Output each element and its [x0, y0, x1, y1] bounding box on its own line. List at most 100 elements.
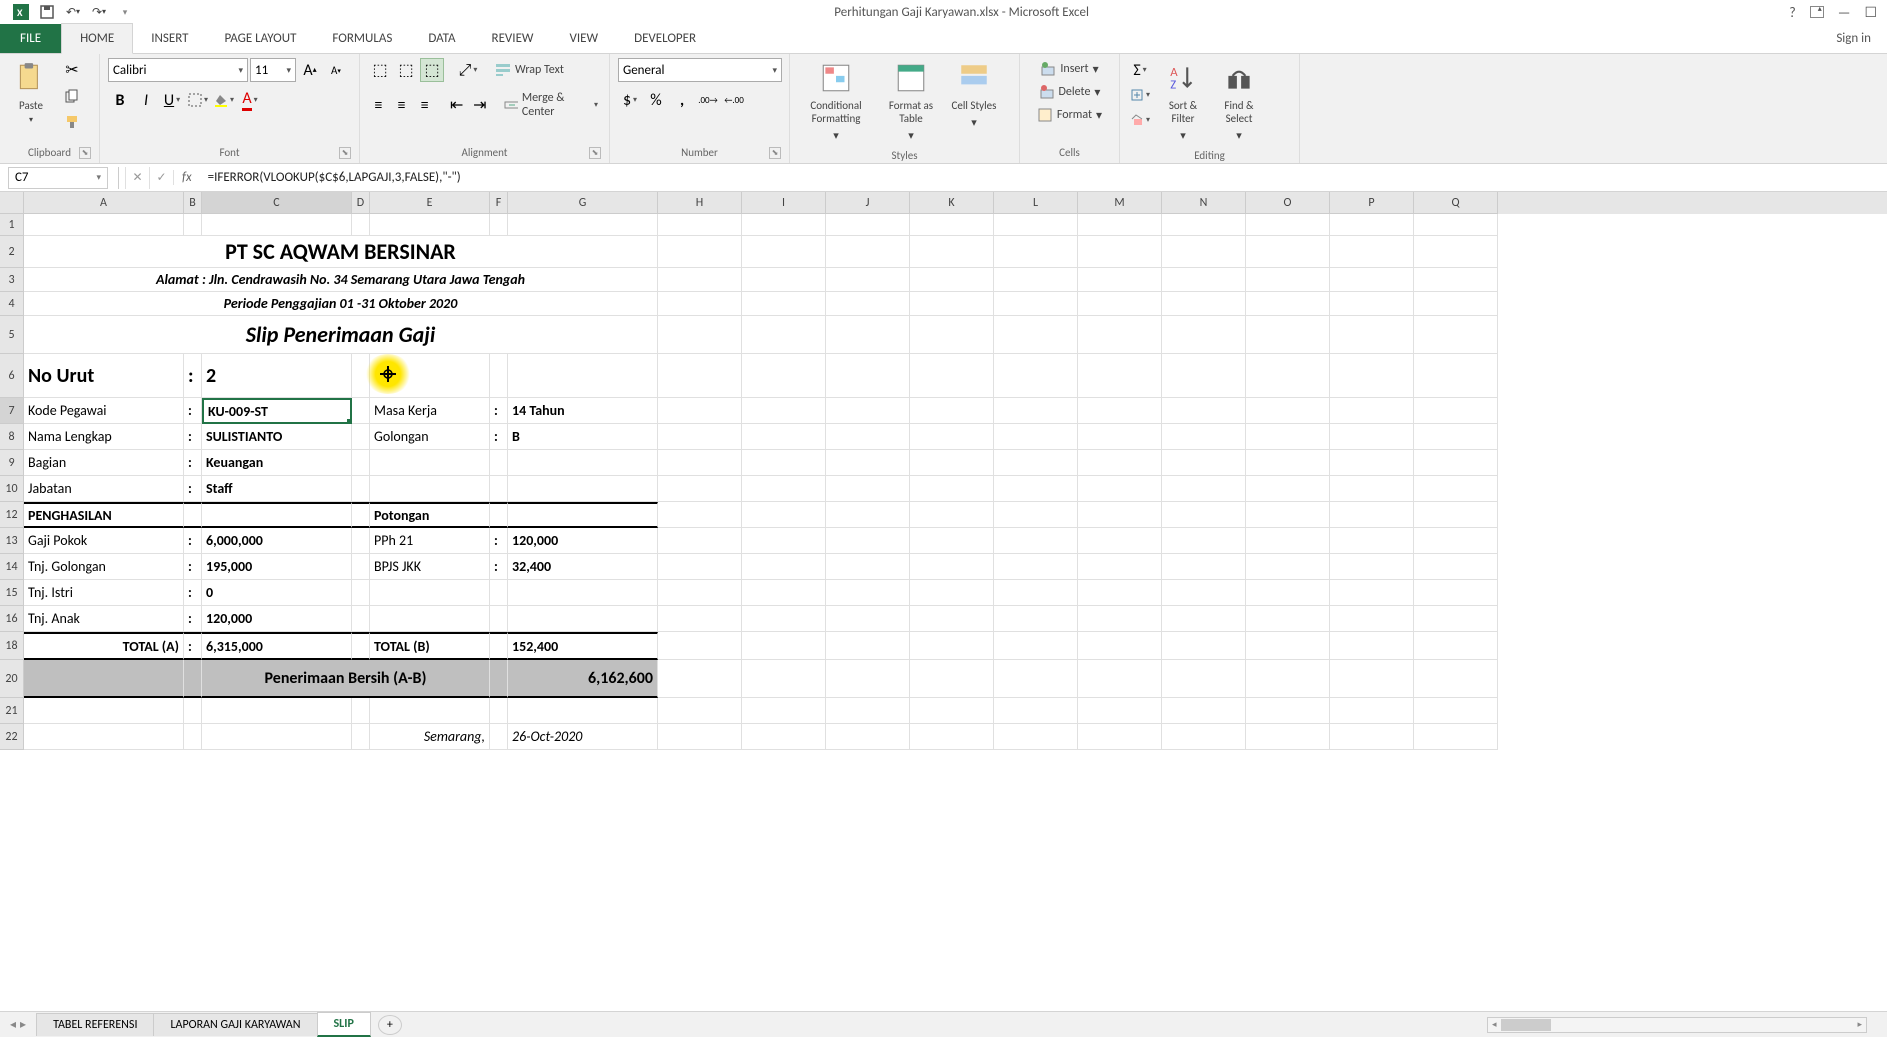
cell-J4[interactable] [826, 292, 910, 316]
cell-H20[interactable] [658, 660, 742, 698]
cell-L14[interactable] [994, 554, 1078, 580]
sheet-tab-1[interactable]: TABEL REFERENSI [36, 1013, 154, 1036]
cell-H6[interactable] [658, 354, 742, 398]
cell-K13[interactable] [910, 528, 994, 554]
bold-button[interactable]: B [108, 88, 132, 112]
cell-D12[interactable] [352, 502, 370, 528]
cell-P12[interactable] [1330, 502, 1414, 528]
cell-Q13[interactable] [1414, 528, 1498, 554]
cell-I14[interactable] [742, 554, 826, 580]
cell-K14[interactable] [910, 554, 994, 580]
col-header-D[interactable]: D [352, 192, 370, 214]
cell-F6[interactable] [490, 354, 508, 398]
cell-O3[interactable] [1246, 268, 1330, 292]
cell-J22[interactable] [826, 724, 910, 750]
cell-N9[interactable] [1162, 450, 1246, 476]
cell-A20[interactable] [24, 660, 184, 698]
col-header-M[interactable]: M [1078, 192, 1162, 214]
cell-J3[interactable] [826, 268, 910, 292]
cell-O9[interactable] [1246, 450, 1330, 476]
cell-C1[interactable] [202, 214, 352, 236]
cell-J6[interactable] [826, 354, 910, 398]
find-select-button[interactable]: Find & Select▾ [1214, 58, 1264, 146]
cell-C7[interactable]: KU-009-ST [202, 398, 352, 424]
cell-O13[interactable] [1246, 528, 1330, 554]
cell-B16[interactable]: : [184, 606, 202, 632]
row-header-2[interactable]: 2 [0, 236, 24, 268]
cell-G8[interactable]: B [508, 424, 658, 450]
cell-N3[interactable] [1162, 268, 1246, 292]
cell-F13[interactable]: : [490, 528, 508, 554]
row-header-10[interactable]: 10 [0, 476, 24, 502]
cell-A7[interactable]: Kode Pegawai [24, 398, 184, 424]
cell-G13[interactable]: 120,000 [508, 528, 658, 554]
cell-J9[interactable] [826, 450, 910, 476]
col-header-B[interactable]: B [184, 192, 202, 214]
cell-C15[interactable]: 0 [202, 580, 352, 606]
cell-B13[interactable]: : [184, 528, 202, 554]
cell-L16[interactable] [994, 606, 1078, 632]
cell-L9[interactable] [994, 450, 1078, 476]
cell-H22[interactable] [658, 724, 742, 750]
cell-J20[interactable] [826, 660, 910, 698]
cell-H3[interactable] [658, 268, 742, 292]
cell-H8[interactable] [658, 424, 742, 450]
increase-indent-icon[interactable]: ⇥ [469, 93, 490, 117]
align-left-icon[interactable]: ≡ [368, 93, 389, 117]
cell-H10[interactable] [658, 476, 742, 502]
cell-I4[interactable] [742, 292, 826, 316]
cell-H7[interactable] [658, 398, 742, 424]
ribbon-display-icon[interactable]: ▴ [1810, 6, 1824, 18]
cell-M20[interactable] [1078, 660, 1162, 698]
number-format-combo[interactable]: General▾ [618, 58, 782, 82]
cell-A9[interactable]: Bagian [24, 450, 184, 476]
col-header-A[interactable]: A [24, 192, 184, 214]
cell-Q1[interactable] [1414, 214, 1498, 236]
cell-G1[interactable] [508, 214, 658, 236]
cell-J21[interactable] [826, 698, 910, 724]
cell-A4[interactable]: Periode Penggajian 01 -31 Oktober 2020 [24, 292, 658, 316]
undo-icon[interactable]: ↶▾ [64, 3, 82, 21]
cell-A8[interactable]: Nama Lengkap [24, 424, 184, 450]
row-header-9[interactable]: 9 [0, 450, 24, 476]
cell-D18[interactable] [352, 632, 370, 660]
cell-D8[interactable] [352, 424, 370, 450]
cell-I22[interactable] [742, 724, 826, 750]
cell-Q15[interactable] [1414, 580, 1498, 606]
cell-C10[interactable]: Staff [202, 476, 352, 502]
cell-Q21[interactable] [1414, 698, 1498, 724]
cell-Q6[interactable] [1414, 354, 1498, 398]
cell-C6[interactable]: 2 [202, 354, 352, 398]
cell-E15[interactable] [370, 580, 490, 606]
cell-P22[interactable] [1330, 724, 1414, 750]
redo-icon[interactable]: ↷▾ [90, 3, 108, 21]
cell-A14[interactable]: Tnj. Golongan [24, 554, 184, 580]
cell-B18[interactable]: : [184, 632, 202, 660]
orientation-icon[interactable]: ⤢ [456, 58, 480, 82]
row-header-3[interactable]: 3 [0, 268, 24, 292]
row-header-6[interactable]: 6 [0, 354, 24, 398]
row-header-15[interactable]: 15 [0, 580, 24, 606]
cell-L12[interactable] [994, 502, 1078, 528]
cell-P9[interactable] [1330, 450, 1414, 476]
cell-P18[interactable] [1330, 632, 1414, 660]
cell-A12[interactable]: PENGHASILAN [24, 502, 184, 528]
cell-N10[interactable] [1162, 476, 1246, 502]
row-header-1[interactable]: 1 [0, 214, 24, 236]
cell-F15[interactable] [490, 580, 508, 606]
cell-H1[interactable] [658, 214, 742, 236]
cell-O1[interactable] [1246, 214, 1330, 236]
cell-B22[interactable] [184, 724, 202, 750]
cell-A6[interactable]: No Urut [24, 354, 184, 398]
cell-O6[interactable] [1246, 354, 1330, 398]
file-tab[interactable]: FILE [0, 24, 61, 53]
cell-E8[interactable]: Golongan [370, 424, 490, 450]
cell-I21[interactable] [742, 698, 826, 724]
cell-F10[interactable] [490, 476, 508, 502]
col-header-E[interactable]: E [370, 192, 490, 214]
cell-K22[interactable] [910, 724, 994, 750]
cell-D10[interactable] [352, 476, 370, 502]
cell-H15[interactable] [658, 580, 742, 606]
cell-P15[interactable] [1330, 580, 1414, 606]
wrap-text-button[interactable]: Wrap Text [492, 60, 567, 80]
